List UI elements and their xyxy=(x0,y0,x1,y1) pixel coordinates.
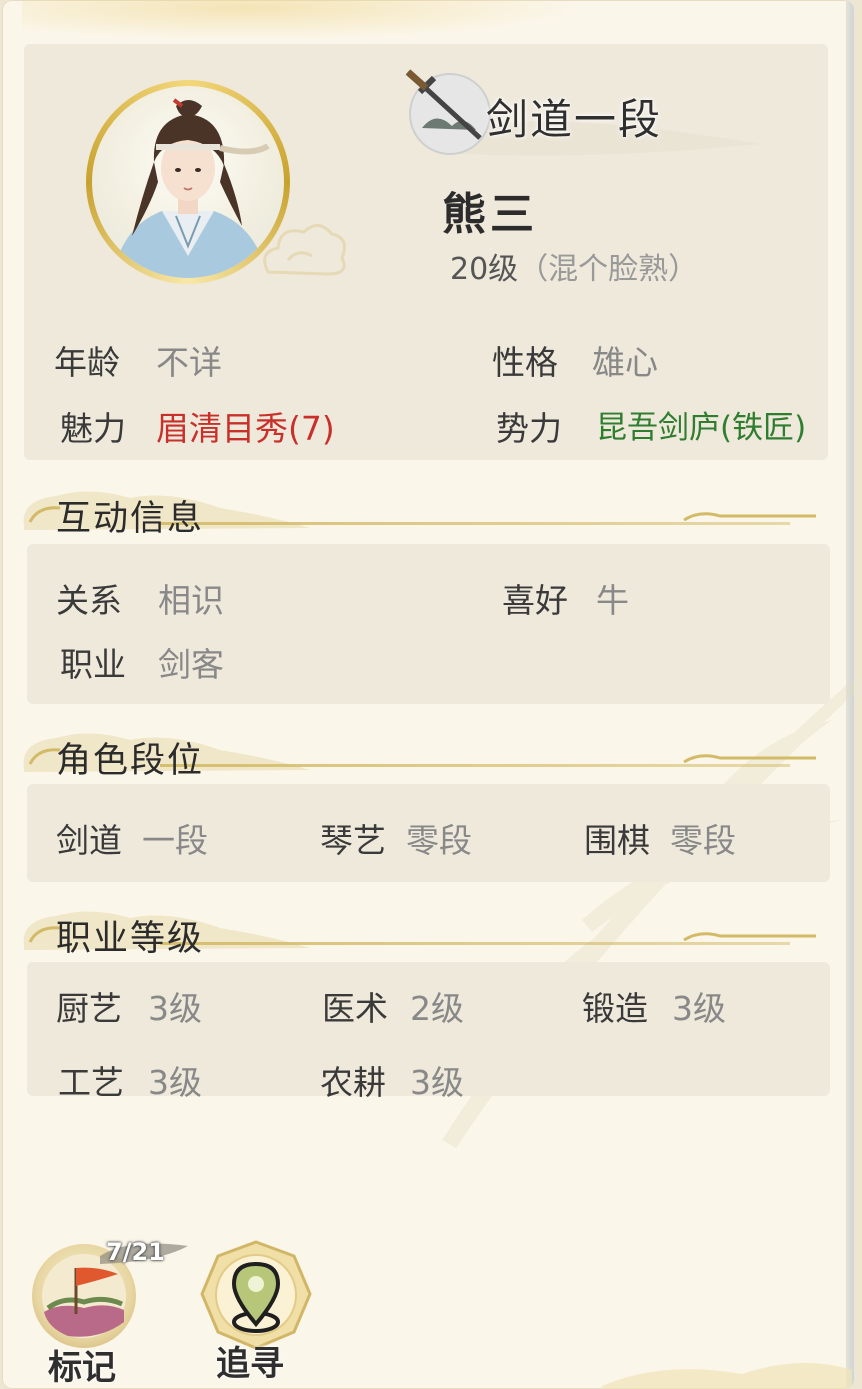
rank-item-value: 一段 xyxy=(142,821,208,860)
mark-counter: 7/21 xyxy=(106,1238,165,1266)
job-value: 剑客 xyxy=(158,645,224,684)
rank-item-label: 围棋 xyxy=(584,821,650,860)
hobby-label: 喜好 xyxy=(502,581,568,620)
profession-item-label: 厨艺 xyxy=(56,989,122,1028)
character-portrait xyxy=(112,98,270,278)
age-value: 不详 xyxy=(156,343,222,382)
profession-item-label: 锻造 xyxy=(582,989,648,1028)
job-label: 职业 xyxy=(60,645,126,684)
cloud-decoration xyxy=(263,224,346,276)
relation-label: 关系 xyxy=(56,581,122,620)
charm-label: 魅力 xyxy=(60,409,126,448)
hobby-value: 牛 xyxy=(596,581,629,620)
personality-label: 性格 xyxy=(492,343,558,382)
faction-value: 昆吾剑庐(铁匠) xyxy=(596,410,807,446)
rank-item-value: 零段 xyxy=(670,821,736,860)
bottom-cloud-decoration xyxy=(602,1362,852,1389)
charm-value: 眉清目秀(7) xyxy=(156,409,335,448)
profession-item-value: 2级 xyxy=(410,989,464,1028)
top-cloud-decoration xyxy=(22,0,582,40)
level-value: 20级 xyxy=(450,252,519,287)
rank-title: 剑道一段 xyxy=(486,95,663,144)
level-note: （混个脸熟） xyxy=(518,252,699,287)
profession-section-header: 职业等级 xyxy=(20,906,830,959)
mark-button-label[interactable]: 标记 xyxy=(48,1340,116,1389)
profession-item-value: 3级 xyxy=(148,1063,202,1102)
age-label: 年龄 xyxy=(54,343,120,382)
profession-item-label: 医术 xyxy=(322,989,388,1028)
section-hook-decoration xyxy=(683,754,816,764)
faction-label: 势力 xyxy=(496,409,562,448)
profession-item-label: 农耕 xyxy=(320,1063,386,1102)
interaction-section-header: 互动信息 xyxy=(20,486,830,539)
profession-item-value: 3级 xyxy=(672,989,726,1028)
avatar xyxy=(92,86,284,278)
ranks-section-header: 角色段位 xyxy=(20,728,830,781)
section-hook-decoration xyxy=(683,932,816,942)
track-button-label[interactable]: 追寻 xyxy=(216,1336,284,1385)
rank-item-label: 剑道 xyxy=(56,821,122,860)
character-level: 20级（混个脸熟） xyxy=(450,244,698,288)
ranks-section-title: 角色段位 xyxy=(56,741,205,781)
rank-item-value: 零段 xyxy=(406,821,472,860)
section-hook-decoration xyxy=(683,512,816,522)
location-pin-icon xyxy=(231,1261,281,1333)
character-name: 熊三 xyxy=(442,189,538,240)
character-panel: 剑道一段 熊三 20级（混个脸熟） 年龄 不详 性格 雄心 魅力 眉清目秀(7)… xyxy=(2,0,854,1389)
personality-value: 雄心 xyxy=(592,343,658,382)
profession-item-label: 工艺 xyxy=(58,1063,124,1102)
relation-value: 相识 xyxy=(158,581,224,620)
profession-item-value: 3级 xyxy=(410,1063,464,1102)
profession-section-title: 职业等级 xyxy=(56,919,205,959)
interaction-section-title: 互动信息 xyxy=(56,499,205,539)
rank-item-label: 琴艺 xyxy=(320,821,386,860)
interaction-card xyxy=(27,544,830,704)
profession-item-value: 3级 xyxy=(148,989,202,1028)
